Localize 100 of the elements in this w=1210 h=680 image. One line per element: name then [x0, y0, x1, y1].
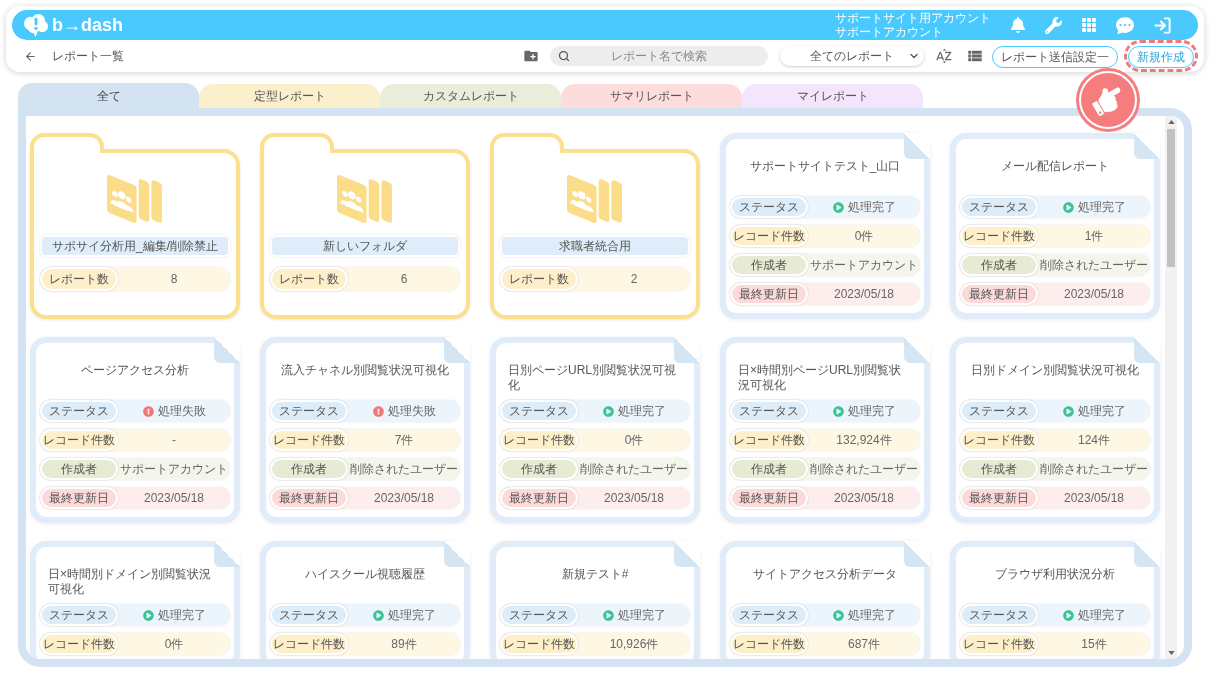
- folded-corner-icon: [674, 337, 700, 363]
- field-value: 0件: [623, 432, 645, 449]
- search-icon: [558, 50, 570, 62]
- new-folder-icon[interactable]: [523, 48, 539, 64]
- field-label: 最終更新日: [730, 487, 808, 509]
- field-value: 2023/05/18: [372, 490, 436, 507]
- status-text: 処理完了: [157, 607, 206, 624]
- field-label: レコード件数: [730, 429, 808, 451]
- sign-in-icon[interactable]: [1153, 15, 1172, 35]
- folder-tab[interactable]: [30, 133, 104, 153]
- report-title: メール配信レポート: [1001, 159, 1109, 174]
- folded-corner-icon: [904, 337, 930, 363]
- report-title: ブラウザ利用状況分析: [995, 567, 1115, 582]
- back-arrow-icon[interactable]: [24, 49, 37, 63]
- field-label: ステータス: [270, 604, 348, 626]
- field-value: 2023/05/18: [142, 490, 206, 507]
- tab[interactable]: カスタムレポート: [380, 84, 561, 108]
- folder-stack-icon: [107, 173, 163, 225]
- field-label: ステータス: [960, 400, 1038, 422]
- status-text: 処理完了: [1077, 199, 1126, 216]
- field-value: 2023/05/18: [832, 286, 896, 303]
- report-card[interactable]: ブラウザ利用状況分析 ステータス 処理完了 レコード件数 15件: [950, 541, 1160, 659]
- tab[interactable]: サマリレポート: [561, 84, 742, 108]
- toolbar-button[interactable]: レポート送信設定一: [992, 46, 1118, 68]
- field-value: 削除されたユーザー: [1039, 461, 1149, 478]
- logo-icon: [22, 13, 49, 37]
- wrench-icon[interactable]: [1045, 16, 1062, 34]
- report-title: 新規テスト#: [561, 567, 629, 582]
- field-label: 作成者: [730, 458, 808, 480]
- report-card[interactable]: 新規テスト# ステータス 処理完了 レコード件数 10,926件: [490, 541, 700, 659]
- sort-alpha-icon[interactable]: [935, 47, 953, 65]
- status-text: 処理完了: [847, 607, 896, 624]
- status-text: 処理完了: [1077, 403, 1126, 420]
- report-card[interactable]: 流入チャネル別閲覧状況可視化 ステータス 処理失敗 レコード件数 7件 作成者 削除されたユーザー 最終更新日 2023/05/18: [260, 337, 470, 523]
- field-label: レポート数: [500, 267, 578, 291]
- grid-icon[interactable]: [1081, 17, 1097, 33]
- field-label: ステータス: [40, 604, 118, 626]
- report-card[interactable]: サポートサイトテスト_山口 ステータス 処理完了 レコード件数 0件 作成者 サポートアカウント 最終更新日 2023/05/18: [720, 133, 930, 319]
- report-filter-dropdown[interactable]: 全てのレポート: [780, 46, 924, 66]
- field-label: 作成者: [730, 254, 808, 276]
- report-card[interactable]: 日×時間別ドメイン別閲覧状況可視化 ステータス 処理完了 レコード件数 0件: [30, 541, 240, 659]
- folder-card[interactable]: サポサイ分析用_編集/削除禁止 レポート数 8: [30, 149, 240, 319]
- field-value: 2023/05/18: [1062, 490, 1126, 507]
- field-value: サポートアカウント: [119, 461, 229, 478]
- folder-name: 求職者統合用: [500, 235, 690, 257]
- tab[interactable]: マイレポート: [742, 84, 923, 108]
- field-value: 削除されたユーザー: [1039, 257, 1149, 274]
- field-label: 最終更新日: [960, 283, 1038, 305]
- folder-card[interactable]: 新しいフォルダ レポート数 6: [260, 149, 470, 319]
- field-label: ステータス: [40, 400, 118, 422]
- field-value: 15件: [1080, 636, 1108, 653]
- scrollbar[interactable]: [1165, 116, 1177, 659]
- status-text: 処理失敗: [157, 403, 206, 420]
- field-value: 2023/05/18: [832, 490, 896, 507]
- folder-tab[interactable]: [260, 133, 334, 153]
- status-text: 処理失敗: [387, 403, 436, 420]
- field-value: 2023/05/18: [602, 490, 666, 507]
- folded-corner-icon: [1134, 337, 1160, 363]
- folder-name: サポサイ分析用_編集/削除禁止: [40, 235, 230, 257]
- report-card[interactable]: ハイスクール視聴履歴 ステータス 処理完了 レコード件数 89件: [260, 541, 470, 659]
- status-text: 処理完了: [617, 607, 666, 624]
- field-label: ステータス: [730, 196, 808, 218]
- report-title: 日別ページURL別閲覧状況可視化: [508, 363, 677, 393]
- report-card[interactable]: ページアクセス分析 ステータス 処理失敗 レコード件数 - 作成者 サポートアカウント 最終更新日 2023/05/18: [30, 337, 240, 523]
- field-value: 0件: [163, 636, 185, 653]
- scroll-down-icon[interactable]: [1167, 651, 1175, 655]
- folded-corner-icon: [1134, 133, 1160, 159]
- report-title: 日×時間別ドメイン別閲覧状況可視化: [48, 567, 212, 597]
- folded-corner-icon: [214, 337, 240, 363]
- field-value: 削除されたユーザー: [349, 461, 459, 478]
- field-label: レコード件数: [500, 429, 578, 451]
- field-label: レコード件数: [960, 225, 1038, 247]
- field-label: ステータス: [270, 400, 348, 422]
- folder-card[interactable]: 求職者統合用 レポート数 2: [490, 149, 700, 319]
- field-value: 8: [169, 271, 179, 288]
- account-label: サポートアカウント: [835, 25, 944, 39]
- tab[interactable]: 定型レポート: [199, 84, 380, 108]
- scroll-up-icon[interactable]: [1167, 120, 1175, 124]
- chat-bubble-icon[interactable]: [1116, 16, 1134, 34]
- search-placeholder: レポート名で検索: [611, 48, 707, 65]
- folded-corner-icon: [904, 541, 930, 567]
- report-card[interactable]: 日別ページURL別閲覧状況可視化 ステータス 処理完了 レコード件数 0件 作成者 削除されたユーザー 最終更新日 2023/05/18: [490, 337, 700, 523]
- scrollbar-thumb[interactable]: [1167, 129, 1175, 267]
- field-label: レコード件数: [270, 633, 348, 655]
- field-label: レコード件数: [730, 225, 808, 247]
- field-label: ステータス: [960, 604, 1038, 626]
- report-title: ページアクセス分析: [81, 363, 189, 378]
- tab[interactable]: 全て: [18, 83, 199, 108]
- report-card[interactable]: サイトアクセス分析データ ステータス 処理完了 レコード件数 687件: [720, 541, 930, 659]
- field-value: -: [171, 432, 177, 449]
- report-card[interactable]: 日×時間別ページURL別閲覧状況可視化 ステータス 処理完了 レコード件数 132,924件 作成者 削除されたユーザー 最終更新日 2023/05/18: [720, 337, 930, 523]
- report-card[interactable]: 日別ドメイン別閲覧状況可視化 ステータス 処理完了 レコード件数 124件 作成者 削除されたユーザー 最終更新日 2023/05/18: [950, 337, 1160, 523]
- bell-icon[interactable]: [1010, 17, 1026, 33]
- field-value: 2023/05/18: [1062, 286, 1126, 303]
- field-value: 89件: [390, 636, 418, 653]
- report-card[interactable]: メール配信レポート ステータス 処理完了 レコード件数 1件 作成者 削除されたユーザー 最終更新日 2023/05/18: [950, 133, 1160, 319]
- field-value: 124件: [1077, 432, 1111, 449]
- account-label: サポートサイト用アカウント: [835, 11, 991, 25]
- folder-name: 新しいフォルダ: [270, 235, 460, 257]
- folder-tab[interactable]: [490, 133, 564, 153]
